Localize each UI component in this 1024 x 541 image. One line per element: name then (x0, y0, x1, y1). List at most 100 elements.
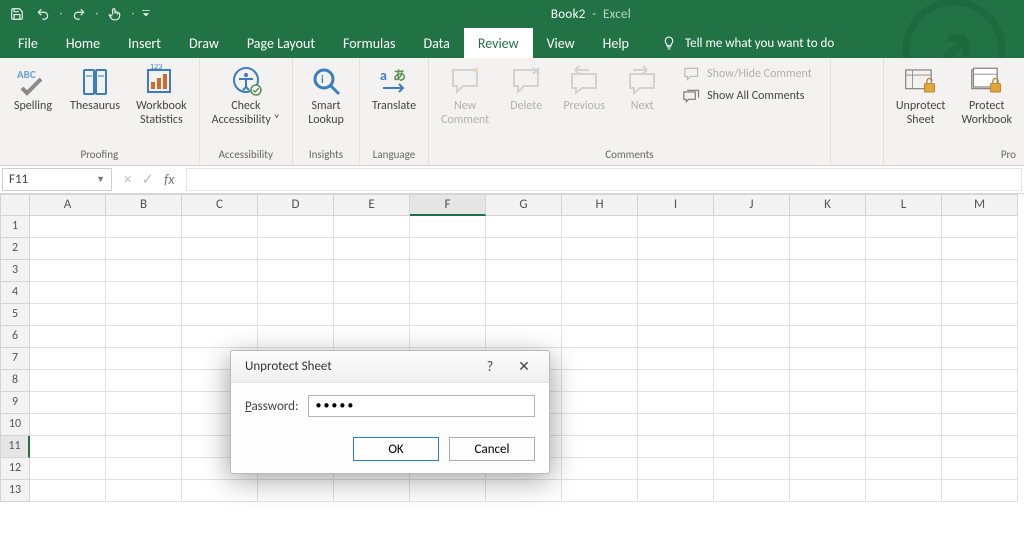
cell[interactable] (30, 370, 106, 392)
cell[interactable] (106, 436, 182, 458)
cell[interactable] (714, 216, 790, 238)
cell[interactable] (638, 216, 714, 238)
cell[interactable] (790, 370, 866, 392)
cell[interactable] (562, 458, 638, 480)
row-header[interactable]: 7 (0, 348, 30, 370)
col-header[interactable]: C (182, 194, 258, 216)
cell[interactable] (790, 326, 866, 348)
cell[interactable] (486, 304, 562, 326)
cell[interactable] (790, 480, 866, 502)
tab-data[interactable]: Data (409, 28, 463, 58)
cell[interactable] (410, 304, 486, 326)
name-box[interactable]: F11 ▼ (2, 168, 112, 191)
tab-review[interactable]: Review (464, 28, 533, 58)
cell[interactable] (638, 304, 714, 326)
delete-comment-button[interactable]: Delete (499, 60, 553, 114)
cell[interactable] (486, 216, 562, 238)
tab-insert[interactable]: Insert (114, 28, 175, 58)
cell[interactable] (106, 392, 182, 414)
cell[interactable] (30, 458, 106, 480)
cell[interactable] (258, 282, 334, 304)
cell[interactable] (942, 370, 1018, 392)
cell[interactable] (866, 414, 942, 436)
row-header[interactable]: 5 (0, 304, 30, 326)
cell[interactable] (866, 480, 942, 502)
cell[interactable] (790, 238, 866, 260)
tell-me-search[interactable]: Tell me what you want to do (643, 28, 834, 58)
cell[interactable] (182, 326, 258, 348)
cell[interactable] (30, 436, 106, 458)
row-header[interactable]: 13 (0, 480, 30, 502)
cell[interactable] (866, 238, 942, 260)
cell[interactable] (562, 238, 638, 260)
col-header[interactable]: K (790, 194, 866, 216)
formula-bar-input[interactable] (186, 168, 1022, 191)
cell[interactable] (106, 414, 182, 436)
cell[interactable] (790, 260, 866, 282)
cell[interactable] (714, 392, 790, 414)
col-header[interactable]: L (866, 194, 942, 216)
cell[interactable] (258, 260, 334, 282)
insert-function-icon[interactable]: fx (164, 171, 174, 188)
cell[interactable] (30, 282, 106, 304)
cell[interactable] (106, 304, 182, 326)
cell[interactable] (562, 216, 638, 238)
row-header[interactable]: 9 (0, 392, 30, 414)
cell[interactable] (30, 238, 106, 260)
cell[interactable] (714, 436, 790, 458)
save-icon[interactable] (6, 4, 28, 24)
cell[interactable] (182, 304, 258, 326)
cell[interactable] (866, 304, 942, 326)
col-header[interactable]: A (30, 194, 106, 216)
col-header[interactable]: M (942, 194, 1018, 216)
translate-button[interactable]: aあ Translate (366, 60, 422, 114)
cell[interactable] (30, 216, 106, 238)
cell[interactable] (410, 238, 486, 260)
cell[interactable] (942, 392, 1018, 414)
previous-comment-button[interactable]: Previous (557, 60, 611, 114)
redo-icon[interactable] (68, 4, 90, 24)
cell[interactable] (106, 326, 182, 348)
cell[interactable] (182, 216, 258, 238)
row-header[interactable]: 8 (0, 370, 30, 392)
row-header[interactable]: 1 (0, 216, 30, 238)
touch-mode-icon[interactable] (104, 4, 126, 24)
cell[interactable] (866, 326, 942, 348)
cell[interactable] (562, 480, 638, 502)
cell[interactable] (334, 238, 410, 260)
cell[interactable] (638, 458, 714, 480)
tab-help[interactable]: Help (589, 28, 643, 58)
dialog-help-icon[interactable]: ? (473, 355, 507, 379)
col-header[interactable]: D (258, 194, 334, 216)
cell[interactable] (562, 370, 638, 392)
cell[interactable] (486, 480, 562, 502)
thesaurus-button[interactable]: Thesaurus (64, 60, 126, 114)
show-all-comments-button[interactable]: Show All Comments (679, 86, 816, 106)
cell[interactable] (182, 238, 258, 260)
cell[interactable] (30, 392, 106, 414)
cell[interactable] (106, 216, 182, 238)
tab-pagelayout[interactable]: Page Layout (233, 28, 329, 58)
cell[interactable] (410, 326, 486, 348)
cell[interactable] (714, 326, 790, 348)
cell[interactable] (638, 282, 714, 304)
cell[interactable] (638, 238, 714, 260)
new-comment-button[interactable]: New Comment (435, 60, 495, 128)
cell[interactable] (562, 260, 638, 282)
cell[interactable] (866, 436, 942, 458)
cell[interactable] (638, 326, 714, 348)
cell[interactable] (562, 348, 638, 370)
col-header[interactable]: F (410, 194, 486, 216)
cell[interactable] (714, 238, 790, 260)
cell[interactable] (714, 458, 790, 480)
cell[interactable] (410, 260, 486, 282)
cell[interactable] (562, 282, 638, 304)
cell[interactable] (334, 216, 410, 238)
chevron-down-icon[interactable]: ▼ (96, 174, 105, 185)
cell[interactable] (106, 480, 182, 502)
cell[interactable] (562, 392, 638, 414)
cell[interactable] (714, 480, 790, 502)
cell[interactable] (790, 348, 866, 370)
cell[interactable] (714, 304, 790, 326)
show-hide-comment-button[interactable]: Show/Hide Comment (679, 64, 816, 84)
